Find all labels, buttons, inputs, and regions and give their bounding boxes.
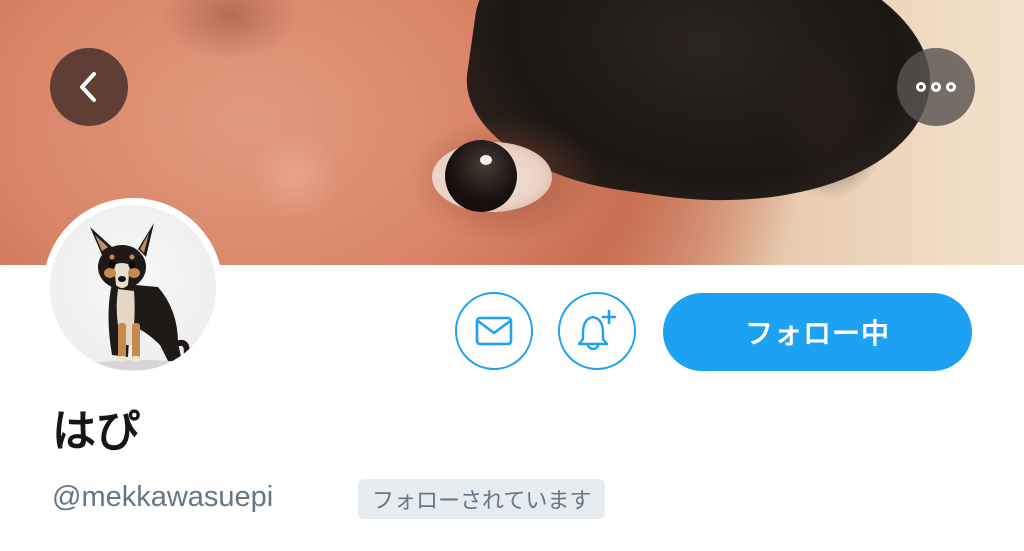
back-button[interactable] bbox=[50, 48, 128, 126]
bell-plus-icon bbox=[577, 309, 617, 351]
profile-screen: フォロー中 はぴ @mekkawasuepi フォローされています bbox=[0, 0, 1024, 551]
notifications-button[interactable] bbox=[558, 292, 636, 370]
dog-illustration bbox=[90, 223, 190, 370]
banner-eye-glint bbox=[480, 155, 492, 165]
following-button[interactable]: フォロー中 bbox=[663, 293, 972, 371]
follows-you-badge: フォローされています bbox=[358, 479, 606, 519]
banner-hair-tuft bbox=[770, 40, 890, 200]
avatar-image bbox=[50, 205, 216, 371]
avatar[interactable] bbox=[43, 198, 223, 378]
banner-highlight bbox=[250, 130, 340, 220]
more-options-button[interactable] bbox=[897, 48, 975, 126]
username-handle: @mekkawasuepi bbox=[52, 481, 274, 513]
banner-pupil bbox=[445, 140, 517, 212]
envelope-icon bbox=[475, 316, 513, 346]
display-name: はぴ bbox=[52, 406, 140, 457]
chevron-left-icon bbox=[80, 72, 96, 102]
banner-shade bbox=[160, 0, 300, 60]
more-dots-icon bbox=[916, 82, 956, 92]
message-button[interactable] bbox=[455, 292, 533, 370]
